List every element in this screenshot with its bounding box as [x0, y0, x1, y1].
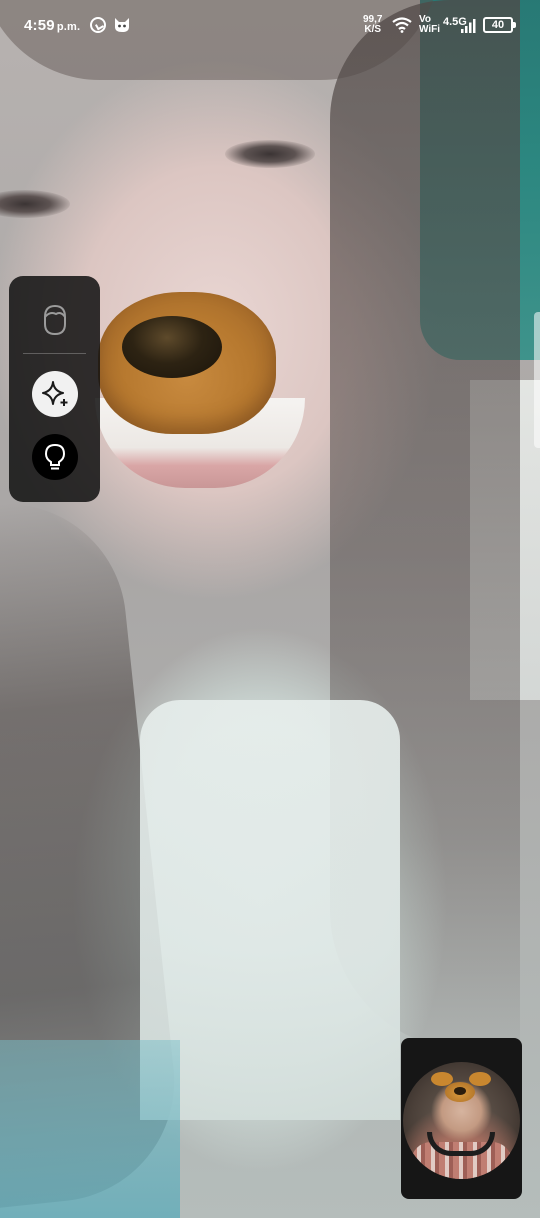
status-bar: 4:59 p.m. 99,7 K/S Vo WiFi 4.5G 40	[0, 0, 540, 52]
dog-nose-filter-small	[445, 1082, 475, 1102]
effects-panel	[9, 276, 100, 502]
cat-icon	[115, 18, 129, 32]
right-eye	[225, 140, 315, 168]
panel-divider	[23, 353, 86, 354]
effects-button[interactable]	[32, 371, 78, 417]
self-camera-view	[403, 1062, 520, 1179]
edge-handle[interactable]	[534, 312, 540, 448]
self-video-preview[interactable]	[401, 1038, 522, 1199]
dog-ear-right	[469, 1072, 491, 1086]
wifi-icon	[392, 17, 412, 33]
left-eye	[0, 190, 70, 218]
remote-video-feed[interactable]	[0, 0, 540, 1218]
whatsapp-icon	[90, 17, 106, 33]
shirt-blue	[0, 1040, 180, 1218]
network-speed: 99,7 K/S	[363, 14, 383, 35]
lightbulb-icon	[44, 443, 66, 470]
sparkle-effects-icon	[42, 381, 68, 406]
lighting-button[interactable]	[32, 434, 78, 480]
signal-icon	[461, 19, 476, 33]
status-time: 4:59 p.m.	[24, 17, 81, 34]
avatar-icon	[44, 304, 66, 336]
vowifi-indicator: Vo WiFi	[419, 14, 441, 35]
battery-icon: 40	[483, 17, 516, 33]
avatar-button[interactable]	[32, 297, 78, 343]
dog-nose-filter	[98, 292, 276, 434]
